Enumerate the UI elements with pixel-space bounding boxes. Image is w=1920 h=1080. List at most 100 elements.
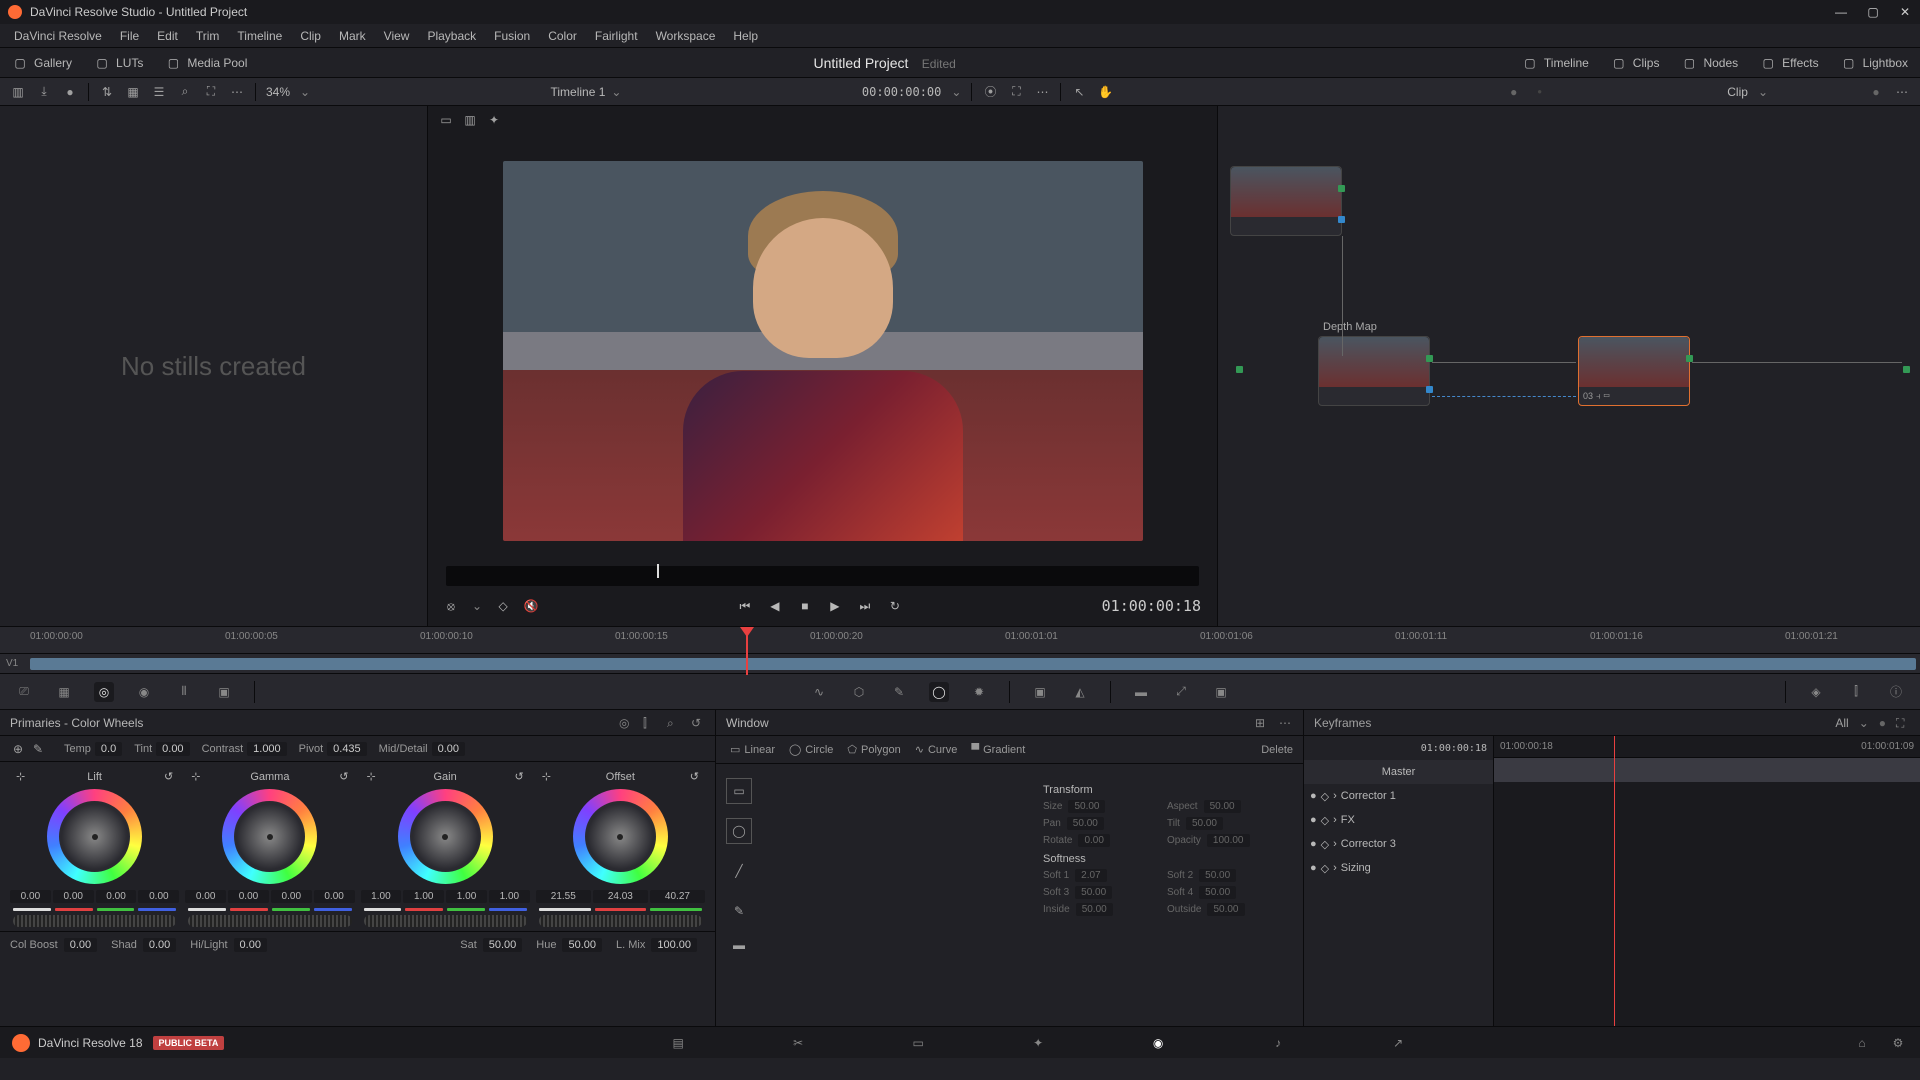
close-button[interactable]: ✕ — [1898, 5, 1912, 19]
more-icon[interactable]: ⋯ — [229, 84, 245, 100]
more-icon[interactable]: ⋯ — [1894, 84, 1910, 100]
key-icon[interactable]: ▬ — [1131, 682, 1151, 702]
lightbox-button[interactable]: ▢Lightbox — [1837, 53, 1912, 73]
nodes-panel[interactable]: Depth Map 03 ⫞ ▭ — [1218, 106, 1920, 626]
gallery-button[interactable]: ▢Gallery — [8, 53, 76, 73]
diamond-icon[interactable]: ◇ — [1321, 790, 1329, 803]
timeline-button[interactable]: ▢Timeline — [1518, 53, 1593, 73]
lmix-value[interactable]: 100.00 — [651, 938, 697, 952]
shape-linear-button[interactable]: ▭Linear — [726, 741, 779, 758]
effects-button[interactable]: ▢Effects — [1756, 53, 1822, 73]
node-input[interactable] — [1236, 366, 1243, 373]
menu-file[interactable]: File — [112, 26, 147, 46]
hue-value[interactable]: 50.00 — [562, 938, 602, 952]
tint-value[interactable]: 0.00 — [156, 742, 189, 756]
node-1[interactable] — [1230, 166, 1342, 236]
dot-icon[interactable]: ● — [62, 84, 78, 100]
kf-item-sizing[interactable]: ●◇›Sizing — [1304, 856, 1493, 880]
viewer-scrubber[interactable] — [446, 566, 1199, 586]
outside-value[interactable]: 50.00 — [1207, 903, 1244, 916]
hdr-wheels-icon[interactable]: ◉ — [134, 682, 154, 702]
gamma-value[interactable]: 0.00 — [271, 890, 312, 903]
panel-layout-icon[interactable]: ▥ — [10, 84, 26, 100]
menu-playback[interactable]: Playback — [419, 26, 484, 46]
kf-item-corrector-3[interactable]: ●◇›Corrector 3 — [1304, 832, 1493, 856]
timeline-track[interactable]: V1 — [0, 654, 1920, 674]
picker-icon[interactable]: ⊹ — [191, 770, 200, 783]
rgb-mixer-icon[interactable]: ⦀ — [174, 682, 194, 702]
media-pool-button[interactable]: ▢Media Pool — [161, 53, 251, 73]
loop-icon[interactable]: ↻ — [888, 599, 902, 613]
menu-help[interactable]: Help — [725, 26, 766, 46]
shape-pen[interactable]: ✎ — [726, 898, 752, 924]
dot-icon[interactable]: ● — [1868, 84, 1884, 100]
mute-icon[interactable]: 🔇 — [524, 599, 538, 613]
kf-item-fx[interactable]: ●◇›FX — [1304, 808, 1493, 832]
expand-icon[interactable]: ⛶ — [1896, 716, 1910, 730]
chevron-down-icon[interactable]: ⌄ — [472, 599, 482, 613]
maximize-button[interactable]: ▢ — [1866, 5, 1880, 19]
lift-value[interactable]: 0.00 — [10, 890, 51, 903]
picker-icon[interactable]: ⊹ — [16, 770, 25, 783]
lift-wheel[interactable] — [47, 789, 142, 884]
menu-fusion[interactable]: Fusion — [486, 26, 538, 46]
shape-gradient-button[interactable]: ▀Gradient — [967, 742, 1029, 758]
dot-icon[interactable]: ● — [1879, 716, 1886, 730]
chevron-down-icon[interactable]: ⌄ — [1859, 716, 1869, 730]
shape-curve-button[interactable]: ∿Curve — [911, 741, 962, 758]
next-clip-icon[interactable]: ⏭ — [858, 599, 872, 613]
edit-page-icon[interactable]: ▭ — [908, 1033, 928, 1053]
contrast-value[interactable]: 1.000 — [247, 742, 287, 756]
auto-balance-icon[interactable]: ⊕ — [10, 741, 26, 757]
home-icon[interactable]: ⌂ — [1852, 1033, 1872, 1053]
tilt-value[interactable]: 50.00 — [1186, 817, 1223, 830]
curves-icon[interactable]: ∿ — [809, 682, 829, 702]
bars-mode-icon[interactable]: ⫿ — [643, 716, 657, 730]
pointer-icon[interactable]: ↖ — [1071, 84, 1087, 100]
settings-icon[interactable]: ⚙ — [1888, 1033, 1908, 1053]
keyframe-dot-icon[interactable]: ● — [1310, 814, 1317, 826]
timeline-ruler[interactable]: 01:00:00:0001:00:00:0501:00:00:1001:00:0… — [0, 626, 1920, 654]
lift-value[interactable]: 0.00 — [53, 890, 94, 903]
lift-jog[interactable] — [13, 915, 176, 927]
minimize-button[interactable]: — — [1834, 5, 1848, 19]
dot-icon[interactable]: ● — [1506, 84, 1522, 100]
camera-raw-icon[interactable]: ⎚ — [14, 682, 34, 702]
shape-grad[interactable]: ▬ — [726, 938, 752, 952]
offset-value[interactable]: 24.03 — [593, 890, 648, 903]
gamma-wheel[interactable] — [222, 789, 317, 884]
window-icon[interactable]: ◯ — [929, 682, 949, 702]
media-page-icon[interactable]: ▤ — [668, 1033, 688, 1053]
kf-playhead[interactable] — [1614, 736, 1615, 1026]
shape-line[interactable]: ╱ — [726, 858, 752, 884]
shad-value[interactable]: 0.00 — [143, 938, 176, 952]
menu-workspace[interactable]: Workspace — [648, 26, 724, 46]
gain-value[interactable]: 1.00 — [403, 890, 444, 903]
node-depth-map[interactable]: Depth Map — [1318, 336, 1430, 406]
timeline-name[interactable]: Timeline 1 — [551, 85, 606, 99]
grid-view-icon[interactable]: ▦ — [125, 84, 141, 100]
transport-timecode[interactable]: 01:00:00:18 — [1102, 597, 1201, 615]
rotate-value[interactable]: 0.00 — [1078, 834, 1109, 847]
scopes-icon[interactable]: ⫿ — [1846, 682, 1866, 702]
opacity-value[interactable]: 100.00 — [1207, 834, 1250, 847]
color-match-icon[interactable]: ▦ — [54, 682, 74, 702]
wheels-mode-icon[interactable]: ◎ — [619, 716, 633, 730]
offset-value[interactable]: 21.55 — [536, 890, 591, 903]
cut-page-icon[interactable]: ✂ — [788, 1033, 808, 1053]
aspect-value[interactable]: 50.00 — [1204, 800, 1241, 813]
menu-view[interactable]: View — [376, 26, 418, 46]
gain-value[interactable]: 1.00 — [361, 890, 402, 903]
menu-timeline[interactable]: Timeline — [229, 26, 290, 46]
color-warper-icon[interactable]: ⬡ — [849, 682, 869, 702]
menu-color[interactable]: Color — [540, 26, 585, 46]
chevron-right-icon[interactable]: › — [1333, 814, 1337, 826]
fusion-page-icon[interactable]: ✦ — [1028, 1033, 1048, 1053]
soft3-value[interactable]: 50.00 — [1075, 886, 1112, 899]
viewer-timecode[interactable]: 00:00:00:00 — [862, 85, 941, 99]
list-view-icon[interactable]: ☰ — [151, 84, 167, 100]
keyframes-graph[interactable]: 01:00:00:18 01:00:01:09 — [1494, 736, 1920, 1026]
lift-value[interactable]: 0.00 — [138, 890, 179, 903]
3d-icon[interactable]: ▣ — [1211, 682, 1231, 702]
chevron-right-icon[interactable]: › — [1333, 838, 1337, 850]
